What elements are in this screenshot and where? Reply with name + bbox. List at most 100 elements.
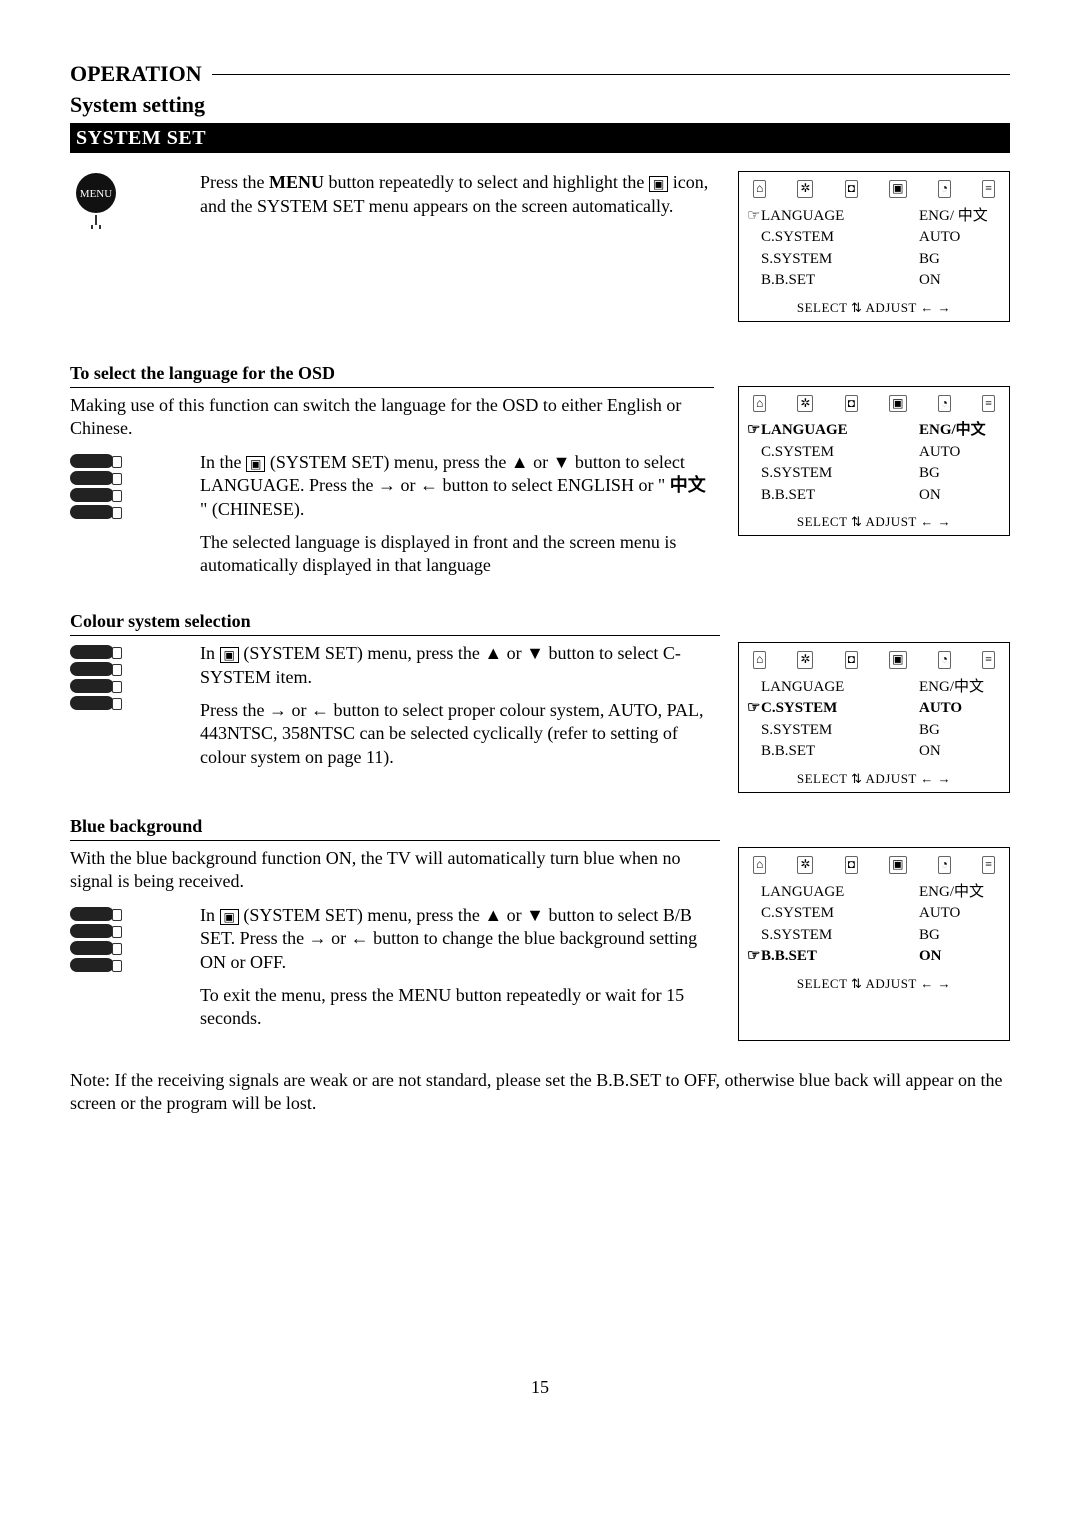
osd-panel-2: ⌂✲◘▣◔≡☞LANGUAGEENG/中文C.SYSTEMAUTOS.SYSTE…	[738, 386, 1010, 536]
colour-instruction-1: In ▣ (SYSTEM SET) menu, press the ▲ or ▼…	[200, 642, 714, 689]
osd-top-icon: ◘	[845, 651, 858, 669]
osd-row-value: ON	[919, 742, 999, 762]
osd-row-label: C.SYSTEM	[761, 904, 919, 924]
system-set-icon: ▣	[649, 176, 668, 192]
osd-row-label: B.B.SET	[761, 742, 919, 762]
remote-buttons-icon	[70, 451, 130, 522]
osd-row-label: LANGUAGE	[761, 207, 919, 227]
osd-row-label: C.SYSTEM	[761, 699, 919, 719]
osd-row-value: ON	[919, 486, 999, 506]
osd-row-value: AUTO	[919, 699, 999, 719]
osd-row-value: ENG/中文	[919, 678, 999, 698]
osd-row: ☞LANGUAGEENG/ 中文	[761, 206, 999, 228]
osd-top-icon: ⌂	[753, 180, 766, 198]
osd-row: S.SYSTEMBG	[761, 925, 999, 947]
osd-row: ☞B.B.SETON	[761, 946, 999, 968]
osd-row-value: ON	[919, 947, 999, 967]
osd-row-value: ENG/ 中文	[919, 207, 999, 227]
osd-panel-1: ⌂✲◘▣◔≡☞LANGUAGEENG/ 中文C.SYSTEMAUTOS.SYST…	[738, 171, 1010, 321]
osd-top-icon: ⌂	[753, 395, 766, 413]
blue-instruction-2: To exit the menu, press the MENU button …	[200, 984, 714, 1031]
osd-footer: SELECT ⇅ ADJUST ← →	[749, 298, 999, 317]
note-text: Note: If the receiving signals are weak …	[70, 1069, 1010, 1116]
osd-row-label: LANGUAGE	[761, 421, 919, 441]
osd-top-icon: ▣	[889, 651, 906, 669]
osd-row-value: ON	[919, 271, 999, 291]
osd-row-label: S.SYSTEM	[761, 926, 919, 946]
osd-row-value: AUTO	[919, 904, 999, 924]
osd-row: C.SYSTEMAUTO	[761, 227, 999, 249]
osd-panel-4: ⌂✲◘▣◔≡LANGUAGEENG/中文C.SYSTEMAUTOS.SYSTEM…	[738, 847, 1010, 1041]
osd-row-label: S.SYSTEM	[761, 721, 919, 741]
language-instruction-1: In the ▣ (SYSTEM SET) menu, press the ▲ …	[200, 451, 714, 521]
osd-row-label: LANGUAGE	[761, 883, 919, 903]
osd-row: ☞LANGUAGEENG/中文	[761, 420, 999, 442]
page-subtitle: System setting	[70, 91, 1010, 120]
osd-row: ☞C.SYSTEMAUTO	[761, 698, 999, 720]
intro-text: Press the MENU button repeatedly to sele…	[200, 171, 714, 218]
osd-row-value: ENG/中文	[919, 421, 999, 441]
osd-row-label: B.B.SET	[761, 947, 919, 967]
osd-row: C.SYSTEMAUTO	[761, 903, 999, 925]
osd-top-icon: ≡	[982, 651, 995, 669]
osd-row-label: C.SYSTEM	[761, 443, 919, 463]
osd-top-icon: ⌂	[753, 856, 766, 874]
osd-row-label: B.B.SET	[761, 486, 919, 506]
osd-row-value: BG	[919, 721, 999, 741]
system-set-icon: ▣	[220, 909, 239, 925]
osd-row-label: B.B.SET	[761, 271, 919, 291]
section-bar: SYSTEM SET	[70, 123, 1010, 153]
osd-footer: SELECT ⇅ ADJUST ← →	[749, 512, 999, 531]
system-set-icon: ▣	[246, 456, 265, 472]
osd-footer: SELECT ⇅ ADJUST ← →	[749, 974, 999, 993]
osd-top-icon: ◔	[938, 180, 951, 198]
osd-row-value: BG	[919, 926, 999, 946]
osd-top-icon: ⌂	[753, 651, 766, 669]
osd-top-icon: ≡	[982, 856, 995, 874]
osd-top-icon: ▣	[889, 856, 906, 874]
osd-row: B.B.SETON	[761, 741, 999, 763]
subtitle-blue: Blue background	[70, 815, 720, 841]
osd-row-label: C.SYSTEM	[761, 228, 919, 248]
osd-row: LANGUAGEENG/中文	[761, 882, 999, 904]
header-rule	[212, 74, 1010, 75]
blue-intro: With the blue background function ON, th…	[70, 847, 714, 894]
osd-row-label: LANGUAGE	[761, 678, 919, 698]
blue-instruction-1: In ▣ (SYSTEM SET) menu, press the ▲ or ▼…	[200, 904, 714, 974]
osd-row-value: ENG/中文	[919, 883, 999, 903]
osd-row-label: S.SYSTEM	[761, 464, 919, 484]
osd-row-value: AUTO	[919, 228, 999, 248]
page-title-operation: OPERATION	[70, 60, 202, 89]
osd-top-icon: ◘	[845, 180, 858, 198]
colour-instruction-2: Press the → or ← button to select proper…	[200, 699, 714, 769]
osd-row-label: S.SYSTEM	[761, 250, 919, 270]
osd-top-icon: ◔	[938, 651, 951, 669]
osd-row: LANGUAGEENG/中文	[761, 677, 999, 699]
osd-top-icon: ◔	[938, 856, 951, 874]
osd-row: S.SYSTEMBG	[761, 249, 999, 271]
osd-top-icon: ◔	[938, 395, 951, 413]
osd-row-value: BG	[919, 464, 999, 484]
osd-top-icon: ▣	[889, 180, 906, 198]
subtitle-language: To select the language for the OSD	[70, 362, 714, 388]
subtitle-colour: Colour system selection	[70, 610, 720, 636]
language-intro: Making use of this function can switch t…	[70, 394, 714, 441]
osd-row-value: BG	[919, 250, 999, 270]
osd-row: B.B.SETON	[761, 485, 999, 507]
osd-row: S.SYSTEMBG	[761, 720, 999, 742]
system-set-icon: ▣	[220, 647, 239, 663]
osd-top-icon: ≡	[982, 180, 995, 198]
osd-top-icon: ✲	[797, 651, 813, 669]
osd-footer: SELECT ⇅ ADJUST ← →	[749, 769, 999, 788]
osd-top-icon: ≡	[982, 395, 995, 413]
page-number: 15	[70, 1376, 1010, 1399]
osd-row-value: AUTO	[919, 443, 999, 463]
svg-text:MENU: MENU	[80, 188, 112, 200]
osd-panel-3: ⌂ ✲ ◘ ▣ ◔ ≡ LANGUAGEENG/中文☞C.SYSTEMAUTOS.SYSTE…	[738, 642, 1010, 792]
osd-top-icon: ◘	[845, 395, 858, 413]
osd-row: C.SYSTEMAUTO	[761, 442, 999, 464]
osd-top-icon: ✲	[797, 395, 813, 413]
osd-top-icon: ◘	[845, 856, 858, 874]
language-instruction-2: The selected language is displayed in fr…	[200, 531, 714, 578]
remote-buttons-icon	[70, 904, 130, 975]
